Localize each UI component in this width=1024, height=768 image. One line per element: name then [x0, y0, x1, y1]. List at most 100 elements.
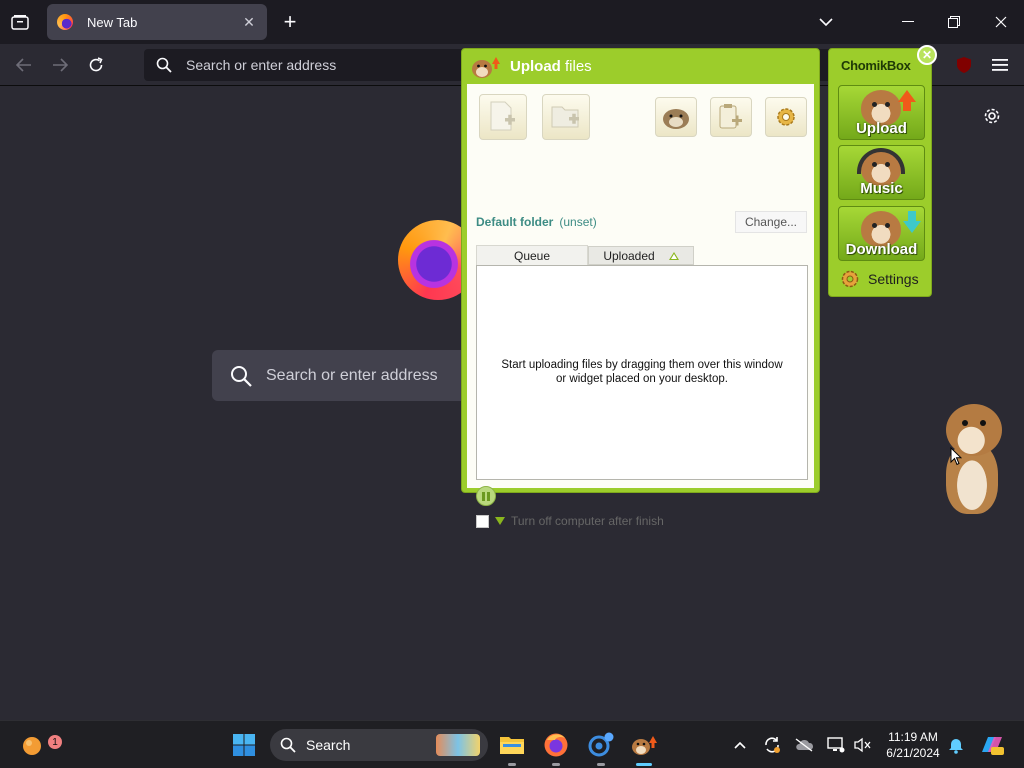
chomikbox-title: ChomikBox [841, 58, 911, 73]
search-icon [280, 737, 296, 753]
volume-tray-icon[interactable] [852, 735, 872, 755]
close-icon: ✕ [921, 48, 933, 62]
tab-queue[interactable]: Queue [476, 245, 588, 265]
upload-window-titlebar[interactable]: Upload files [462, 49, 819, 83]
turn-off-checkbox[interactable] [476, 514, 489, 528]
show-hidden-icons-button[interactable] [730, 735, 750, 755]
hamster-icon [663, 109, 689, 129]
close-tab-button[interactable]: ✕ [239, 12, 259, 32]
minimize-icon [902, 21, 914, 22]
download-button[interactable]: Download [838, 206, 925, 261]
tab-uploaded-label: Uploaded [603, 248, 655, 263]
add-file-icon [490, 101, 515, 131]
widget-settings-label: Settings [868, 271, 919, 287]
download-button-label: Download [845, 241, 918, 258]
monitor-network-icon [827, 737, 845, 753]
firefox-view-button[interactable] [8, 10, 32, 34]
taskbar-file-explorer[interactable] [496, 729, 528, 761]
copilot-button[interactable] [978, 733, 1006, 757]
speaker-muted-icon [854, 737, 871, 753]
bell-icon [949, 739, 963, 754]
triangle-up-icon [668, 251, 679, 260]
forward-button[interactable] [48, 53, 72, 77]
close-icon: ✕ [243, 13, 255, 30]
clipboard-add-icon [719, 104, 742, 129]
turn-off-label: Turn off computer after finish [511, 514, 664, 528]
arrow-left-icon [16, 58, 31, 72]
search-icon [156, 57, 172, 73]
copilot-icon [982, 737, 1004, 755]
address-bar-placeholder: Search or enter address [186, 57, 337, 73]
taskbar-search-label: Search [306, 737, 351, 753]
music-button-label: Music [860, 180, 903, 197]
back-button[interactable] [12, 53, 36, 77]
chevron-up-icon [734, 741, 746, 749]
newtab-search-placeholder: Search or enter address [266, 366, 438, 384]
widget-close-button[interactable]: ✕ [917, 45, 937, 65]
arrow-right-icon [53, 58, 68, 72]
cloud-off-icon [795, 738, 814, 752]
taskbar-search-box[interactable]: Search [270, 729, 488, 761]
network-tray-icon[interactable] [826, 735, 846, 755]
widget-settings-button[interactable]: Settings [840, 269, 919, 289]
taskbar-firefox[interactable] [540, 729, 572, 761]
newtab-settings-button[interactable] [980, 104, 1004, 128]
upload-button[interactable]: Upload [838, 85, 925, 140]
list-all-tabs-button[interactable] [814, 10, 838, 34]
reload-icon [89, 57, 103, 72]
tab-uploaded[interactable]: Uploaded [588, 246, 694, 265]
music-button[interactable]: Music [838, 145, 925, 200]
tab-list-icon [11, 15, 29, 30]
upload-settings-button[interactable] [765, 97, 807, 137]
onedrive-tray-icon[interactable] [794, 735, 814, 755]
add-files-button[interactable] [479, 94, 527, 140]
tab-new-tab[interactable]: New Tab ✕ [47, 4, 267, 40]
hamster-upload-icon [470, 52, 500, 80]
restore-button[interactable] [931, 6, 977, 38]
windows-taskbar: 1 [0, 720, 1024, 768]
pause-button[interactable] [476, 486, 496, 506]
change-folder-button[interactable]: Change... [735, 211, 807, 233]
close-window-button[interactable] [978, 6, 1024, 38]
arrow-down-icon [903, 211, 921, 233]
hamburger-menu-icon [992, 59, 1008, 71]
upload-button-label: Upload [856, 120, 907, 137]
new-tab-button[interactable]: + [278, 9, 302, 34]
weather-widget-icon [23, 737, 41, 755]
gear-icon [841, 270, 859, 288]
pause-icon [482, 491, 485, 501]
widgets-button[interactable]: 1 [16, 729, 62, 761]
widgets-notification-badge: 1 [48, 735, 62, 749]
taskbar-clock[interactable]: 11:19 AM 6/21/2024 [878, 729, 948, 761]
firefox-icon [544, 733, 568, 757]
sync-tray-icon[interactable] [762, 735, 782, 755]
start-button[interactable] [228, 729, 260, 761]
default-folder-value: (unset) [559, 215, 597, 229]
triangle-down-icon[interactable] [495, 517, 505, 525]
chevron-down-icon [819, 18, 833, 27]
reload-button[interactable] [84, 53, 108, 77]
gear-icon [984, 108, 1000, 124]
arrow-up-icon [898, 90, 916, 111]
search-highlight-illustration-icon [436, 734, 480, 756]
ublock-icon [957, 57, 971, 73]
mouse-cursor-icon [950, 447, 962, 466]
hamster-upload-icon [632, 736, 657, 755]
sync-icon [765, 737, 780, 753]
upload-title-bold: Upload [510, 57, 561, 75]
folder-icon [500, 737, 524, 754]
chomikbox-widget: ChomikBox ✕ Upload Music Download Settin… [828, 45, 937, 297]
search-icon [231, 365, 252, 387]
upload-files-window: Upload files Default folder (unset) Chang… [461, 48, 820, 528]
upload-queue-area[interactable]: Start uploading files by dragging them o… [476, 265, 808, 480]
app-menu-button[interactable] [988, 53, 1012, 77]
firefox-favicon-icon [57, 14, 73, 30]
add-folder-button[interactable] [542, 94, 590, 140]
taskbar-chomikbox[interactable] [628, 729, 660, 761]
minimize-button[interactable] [885, 6, 931, 38]
paste-files-button[interactable] [710, 97, 752, 137]
ublock-extension-button[interactable] [952, 53, 976, 77]
chomik-account-button[interactable] [655, 97, 697, 137]
notifications-button[interactable] [946, 735, 966, 755]
taskbar-app-connect[interactable] [585, 729, 617, 761]
